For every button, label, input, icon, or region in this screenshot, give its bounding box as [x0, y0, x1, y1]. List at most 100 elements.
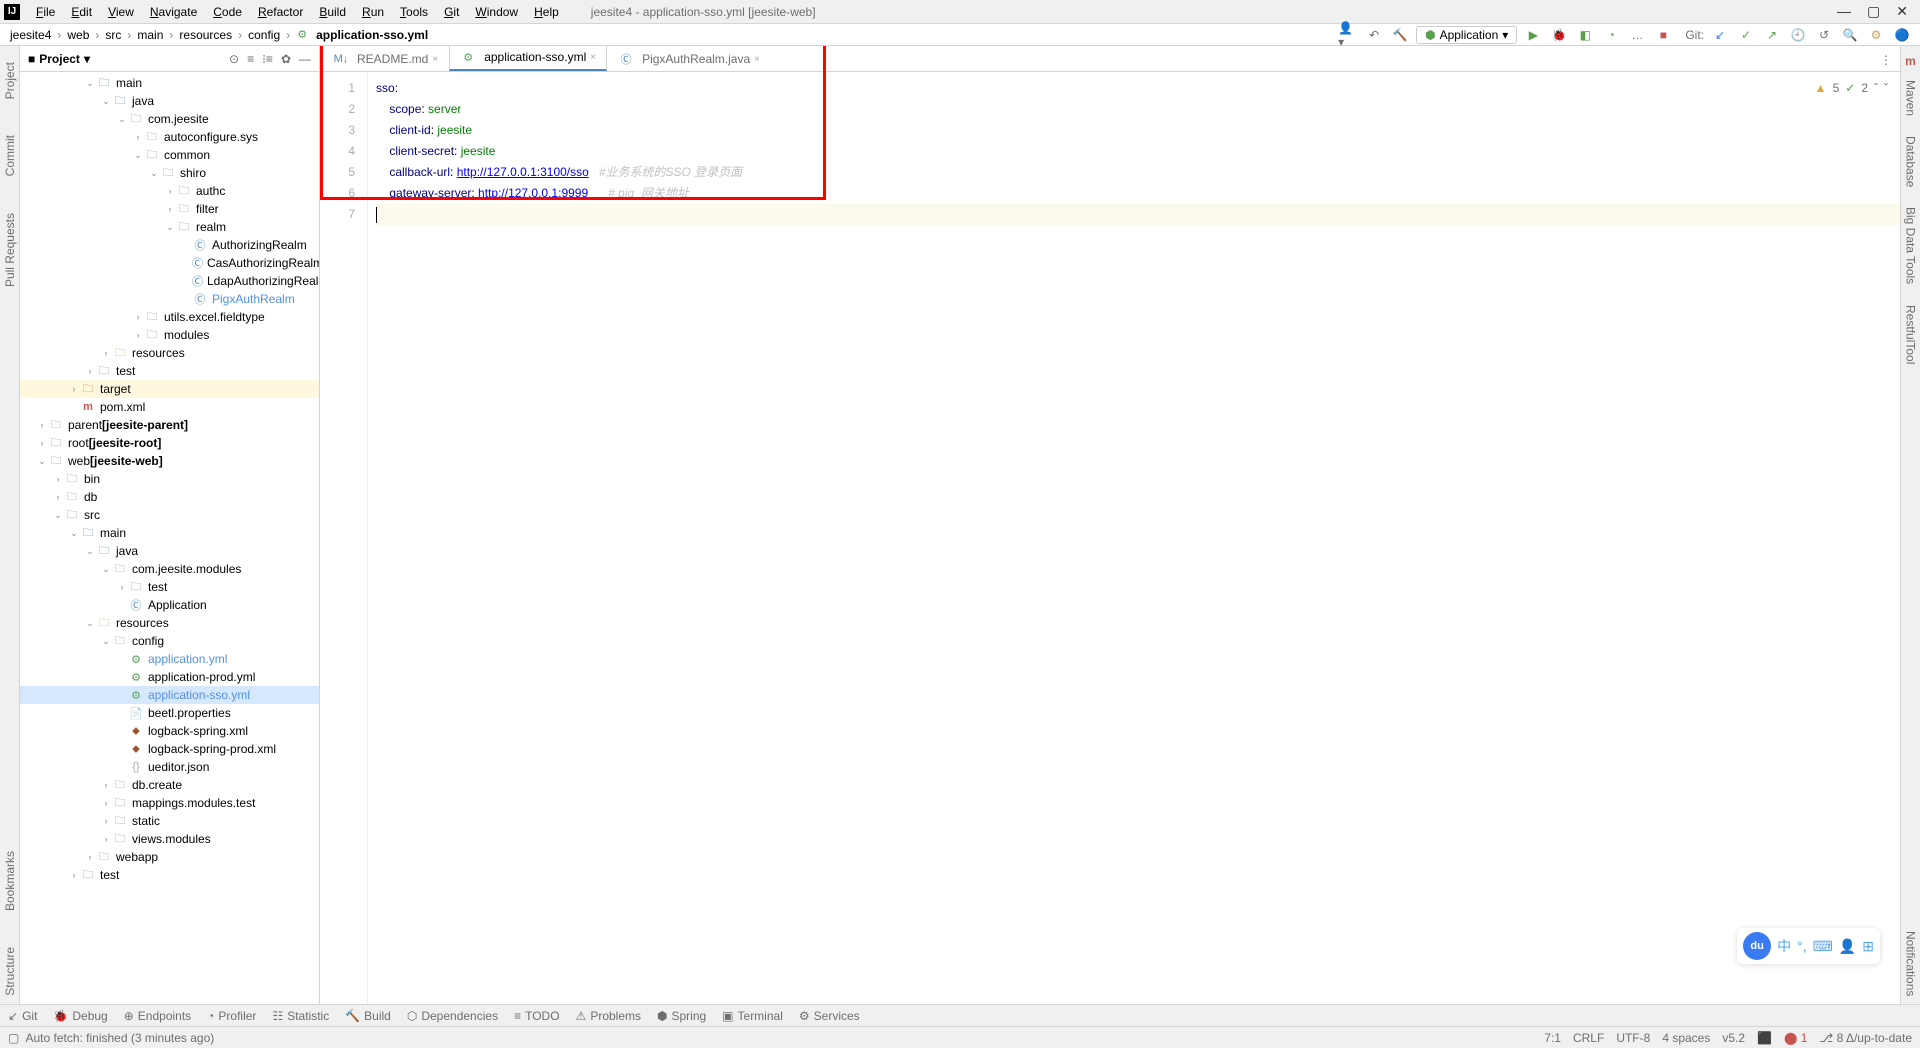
status-error-icon[interactable]: ⬤ 1 [1784, 1031, 1807, 1045]
expand-all-icon[interactable]: ≡ [247, 52, 254, 66]
user-icon[interactable]: 👤 [1839, 938, 1856, 955]
status-caret-pos[interactable]: 7:1 [1544, 1031, 1561, 1045]
bc-file[interactable]: application-sso.yml [314, 28, 430, 42]
project-tree[interactable]: ⌄🗀main ⌄🗀java ⌄🗀com.jeesite ›🗀autoconfig… [20, 72, 319, 1004]
git-history-icon[interactable]: 🕘 [1788, 25, 1808, 45]
menu-refactor[interactable]: Refactor [250, 3, 311, 21]
tab-bookmarks[interactable]: Bookmarks [3, 843, 17, 919]
tool-git[interactable]: ↙ Git [8, 1009, 37, 1023]
run-icon[interactable]: ▶ [1523, 25, 1543, 45]
menu-help[interactable]: Help [526, 3, 567, 21]
tab-pull-requests[interactable]: Pull Requests [3, 205, 17, 295]
git-rollback-icon[interactable]: ↺ [1814, 25, 1834, 45]
tool-debug[interactable]: 🐞 Debug [53, 1009, 107, 1023]
tree-selected-file[interactable]: ⚙application-sso.yml [20, 686, 319, 704]
tool-windows-icon[interactable]: ▢ [8, 1031, 19, 1045]
select-opened-icon[interactable]: ⊙ [229, 52, 239, 66]
tool-terminal[interactable]: ▣ Terminal [722, 1009, 783, 1023]
menu-navigate[interactable]: Navigate [142, 3, 205, 21]
tab-database[interactable]: Database [1904, 128, 1918, 195]
git-commit-icon[interactable]: ✓ [1736, 25, 1756, 45]
tab-bigdata[interactable]: Big Data Tools [1904, 199, 1918, 292]
coverage-icon[interactable]: ◧ [1575, 25, 1595, 45]
run-config-selector[interactable]: ⬢ Application ▾ [1416, 26, 1517, 44]
bc-root[interactable]: jeesite4 [8, 28, 53, 42]
menu-git[interactable]: Git [436, 3, 467, 21]
back-icon[interactable]: ↶ [1364, 25, 1384, 45]
punct-icon[interactable]: °, [1797, 938, 1807, 954]
tab-maven[interactable]: Maven [1904, 72, 1918, 124]
menu-window[interactable]: Window [467, 3, 526, 21]
add-user-icon[interactable]: 👤▾ [1338, 25, 1358, 45]
menu-build[interactable]: Build [311, 3, 354, 21]
du-logo-icon[interactable]: du [1743, 932, 1771, 960]
status-encoding[interactable]: UTF-8 [1616, 1031, 1650, 1045]
maven-icon[interactable]: m [1905, 54, 1916, 68]
hammer-build-icon[interactable]: 🔨 [1390, 25, 1410, 45]
tool-problems[interactable]: ⚠ Problems [576, 1009, 641, 1023]
avatar-icon[interactable]: 🔵 [1892, 25, 1912, 45]
menu-tools[interactable]: Tools [392, 3, 436, 21]
tab-pigxauthrealm[interactable]: ⒸPigxAuthRealm.java× [607, 46, 771, 71]
menu-edit[interactable]: Edit [63, 3, 100, 21]
minimize-icon[interactable]: — [1837, 3, 1851, 20]
inspection-widget[interactable]: ▲5 ✓2 ˆˇ [1815, 78, 1888, 99]
ide-updates-icon[interactable]: ⚙ [1866, 25, 1886, 45]
tool-profiler[interactable]: ◔ Profiler [207, 1009, 256, 1023]
keyboard-icon[interactable]: ⌨ [1813, 938, 1833, 955]
tab-actions-icon[interactable]: ⋮ [1872, 49, 1900, 71]
chevron-down-icon[interactable]: ˇ [1884, 78, 1888, 99]
close-tab-icon[interactable]: × [432, 54, 438, 65]
close-icon[interactable]: ✕ [1896, 3, 1908, 20]
hide-icon[interactable]: — [299, 52, 311, 66]
tab-application-sso[interactable]: ⚙application-sso.yml× [449, 46, 607, 71]
close-tab-icon[interactable]: × [590, 52, 596, 63]
status-line-sep[interactable]: CRLF [1573, 1031, 1604, 1045]
tool-todo[interactable]: ≡ TODO [514, 1009, 559, 1023]
bc-main[interactable]: main [135, 28, 165, 42]
attach-icon[interactable]: … [1627, 25, 1647, 45]
close-tab-icon[interactable]: × [754, 54, 760, 65]
code-content[interactable]: sso: scope: server client-id: jeesite cl… [368, 72, 1900, 1004]
status-indent[interactable]: 4 spaces [1662, 1031, 1710, 1045]
tab-project[interactable]: Project [3, 54, 17, 107]
tab-readme[interactable]: M↓README.md× [322, 46, 449, 71]
floating-widget[interactable]: du 中 °, ⌨ 👤 ⊞ [1737, 928, 1880, 964]
bc-src[interactable]: src [103, 28, 123, 42]
tab-notifications[interactable]: Notifications [1904, 923, 1918, 1004]
bc-resources[interactable]: resources [177, 28, 234, 42]
tab-commit[interactable]: Commit [3, 127, 17, 184]
stop-icon[interactable]: ■ [1653, 25, 1673, 45]
profile-icon[interactable]: ◔ [1601, 25, 1621, 45]
tab-restful[interactable]: RestfulTool [1904, 297, 1918, 372]
chevron-up-icon[interactable]: ˆ [1874, 78, 1878, 99]
bc-config[interactable]: config [246, 28, 282, 42]
title-bar: IJ File Edit View Navigate Code Refactor… [0, 0, 1920, 24]
menu-run[interactable]: Run [354, 3, 392, 21]
menu-view[interactable]: View [100, 3, 142, 21]
maximize-icon[interactable]: ▢ [1867, 3, 1880, 20]
tool-endpoints[interactable]: ⊕ Endpoints [124, 1009, 191, 1023]
search-icon[interactable]: 🔍 [1840, 25, 1860, 45]
tool-dependencies[interactable]: ⬡ Dependencies [407, 1009, 498, 1023]
collapse-all-icon[interactable]: ⁝≡ [262, 52, 273, 66]
status-git-branch[interactable]: ⎇ 8 Δ/up-to-date [1819, 1031, 1912, 1045]
grid-icon[interactable]: ⊞ [1862, 938, 1874, 955]
git-push-icon[interactable]: ↗ [1762, 25, 1782, 45]
tool-services[interactable]: ⚙ Services [799, 1009, 860, 1023]
tool-spring[interactable]: ⬢ Spring [657, 1009, 706, 1023]
project-panel-title[interactable]: ■ Project ▾ [28, 52, 90, 66]
editor-body[interactable]: 1 2 3 4 5 6 7 sso: scope: server client-… [320, 72, 1900, 1004]
git-update-icon[interactable]: ↙ [1710, 25, 1730, 45]
status-version[interactable]: v5.2 [1722, 1031, 1745, 1045]
debug-icon[interactable]: 🐞 [1549, 25, 1569, 45]
menu-file[interactable]: File [28, 3, 63, 21]
status-mem-icon[interactable]: ⬛ [1757, 1031, 1772, 1045]
tool-statistic[interactable]: ☷ Statistic [272, 1009, 329, 1023]
tab-structure[interactable]: Structure [3, 939, 17, 1004]
settings-icon[interactable]: ✿ [281, 52, 291, 66]
ime-icon[interactable]: 中 [1777, 936, 1791, 956]
menu-code[interactable]: Code [205, 3, 250, 21]
tool-build[interactable]: 🔨 Build [345, 1009, 391, 1023]
bc-web[interactable]: web [65, 28, 91, 42]
